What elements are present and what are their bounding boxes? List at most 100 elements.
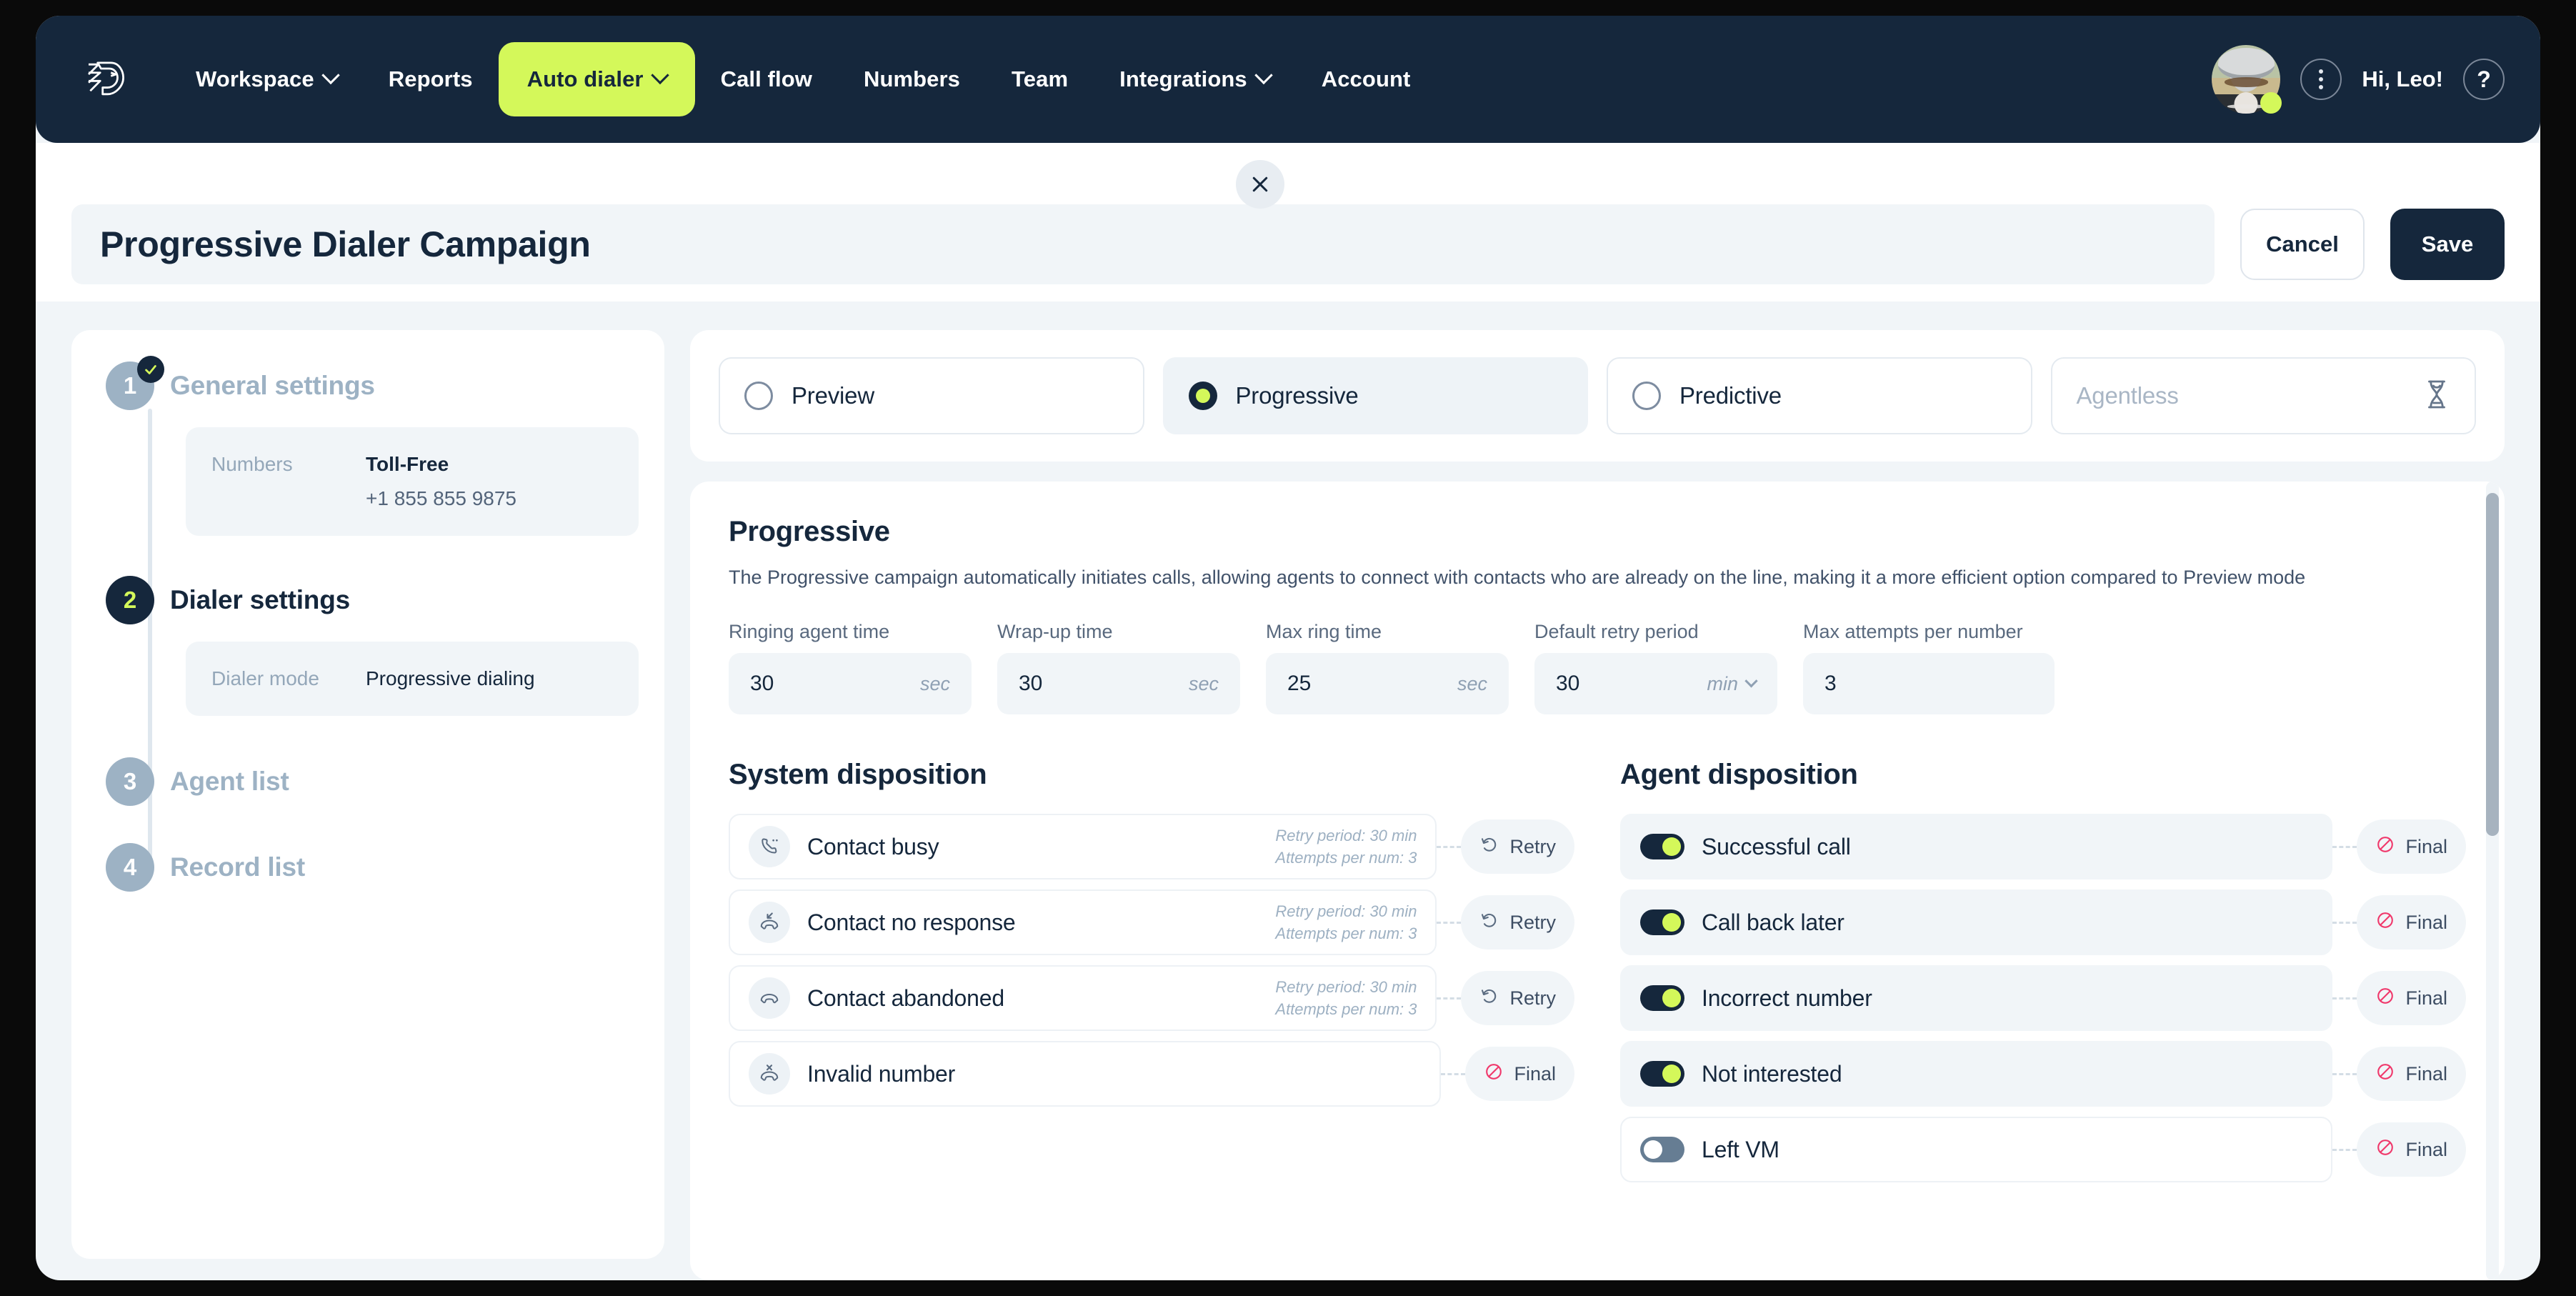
- nav-item-call-flow[interactable]: Call flow: [695, 48, 838, 111]
- step-summary-card: Dialer mode Progressive dialing: [186, 642, 639, 716]
- nav-item-auto-dialer[interactable]: Auto dialer: [498, 42, 695, 116]
- final-icon: [2375, 910, 2395, 935]
- dialer-mode-selector: Preview Progressive Predictive Agentless: [690, 330, 2505, 462]
- step-agent-list[interactable]: 3 Agent list: [106, 757, 664, 806]
- panel-title: Progressive: [729, 516, 890, 547]
- nav-item-workspace[interactable]: Workspace: [170, 48, 363, 111]
- step-summary-value-plain: Progressive dialing: [366, 667, 535, 689]
- lion-head-logo[interactable]: [70, 45, 139, 114]
- field-input[interactable]: 25 sec: [1266, 653, 1509, 714]
- table-row: Contact busy Retry period: 30 min Attemp…: [729, 814, 1574, 879]
- status-badge-retry[interactable]: Retry: [1461, 895, 1574, 949]
- attempts-text: Attempts per num: 3: [1275, 1000, 1417, 1018]
- field-unit-dropdown[interactable]: min: [1707, 673, 1758, 695]
- title-row: Progressive Dialer Campaign Cancel Save: [36, 187, 2540, 301]
- nav-links: Workspace Reports Auto dialer Call flow …: [170, 42, 1436, 116]
- badge-label: Retry: [1509, 835, 1556, 857]
- disposition-label: Invalid number: [807, 1060, 956, 1087]
- disposition-meta: Retry period: 30 min Attempts per num: 3: [1275, 900, 1417, 944]
- disposition-label: Contact no response: [807, 909, 1016, 935]
- more-vertical-icon[interactable]: [2300, 59, 2342, 100]
- status-badge-retry[interactable]: Retry: [1461, 819, 1574, 874]
- status-badge-final[interactable]: Final: [1465, 1047, 1574, 1101]
- retry-icon: [1479, 834, 1499, 859]
- scrollbar-thumb[interactable]: [2486, 493, 2499, 836]
- nav-item-label: Integrations: [1119, 66, 1247, 91]
- field-input[interactable]: 3: [1803, 653, 2055, 714]
- disposition-card[interactable]: Contact busy Retry period: 30 min Attemp…: [729, 814, 1437, 879]
- toggle-switch[interactable]: [1640, 909, 1684, 935]
- field-value: 30: [750, 672, 774, 695]
- disposition-card[interactable]: Contact no response Retry period: 30 min…: [729, 889, 1437, 955]
- toggle-switch[interactable]: [1640, 985, 1684, 1011]
- table-row: Left VM Final: [1620, 1117, 2466, 1182]
- badge-label: Final: [2405, 835, 2447, 857]
- connector-line: [2332, 845, 2357, 848]
- connector-line: [2332, 997, 2357, 1000]
- retry-period-text: Retry period: 30 min: [1275, 827, 1417, 844]
- nav-item-numbers[interactable]: Numbers: [838, 48, 986, 111]
- nav-item-team[interactable]: Team: [986, 48, 1094, 111]
- status-badge-final[interactable]: Final: [2357, 1047, 2466, 1101]
- field-input[interactable]: 30 sec: [729, 653, 972, 714]
- mode-option-progressive[interactable]: Progressive: [1162, 357, 1588, 434]
- field-input[interactable]: 30 min: [1534, 653, 1777, 714]
- field-label: Default retry period: [1534, 621, 1699, 642]
- steps-sidebar: 1 General settings Numbers Toll-Free +1 …: [71, 330, 664, 1259]
- disposition-card[interactable]: Incorrect number: [1620, 965, 2333, 1031]
- nav-item-account[interactable]: Account: [1296, 48, 1437, 111]
- status-badge-retry[interactable]: Retry: [1461, 971, 1574, 1025]
- field-unit-label: sec: [1188, 672, 1219, 694]
- status-badge-final[interactable]: Final: [2357, 819, 2466, 874]
- help-icon[interactable]: ?: [2463, 59, 2505, 100]
- disposition-card[interactable]: Contact abandoned Retry period: 30 min A…: [729, 965, 1437, 1031]
- step-badge: 3: [106, 757, 154, 806]
- status-badge-final[interactable]: Final: [2357, 971, 2466, 1025]
- mode-option-label: Preview: [792, 382, 874, 409]
- badge-label: Final: [2405, 987, 2447, 1009]
- campaign-name-input[interactable]: Progressive Dialer Campaign: [71, 204, 2215, 284]
- field-input[interactable]: 30 sec: [997, 653, 1240, 714]
- status-badge-final[interactable]: Final: [2357, 895, 2466, 949]
- table-row: Successful call Final: [1620, 814, 2466, 879]
- disposition-label: Successful call: [1702, 833, 1851, 859]
- toggle-switch[interactable]: [1640, 1061, 1684, 1087]
- field-label: Wrap-up time: [997, 621, 1113, 642]
- mode-option-predictive[interactable]: Predictive: [1607, 357, 2032, 434]
- nav-item-reports[interactable]: Reports: [363, 48, 499, 111]
- field-label: Ringing agent time: [729, 621, 890, 642]
- toggle-switch[interactable]: [1640, 834, 1684, 859]
- mode-option-preview[interactable]: Preview: [719, 357, 1144, 434]
- status-badge-final[interactable]: Final: [2357, 1122, 2466, 1177]
- nav-item-integrations[interactable]: Integrations: [1094, 48, 1296, 111]
- field-default-retry-period: Default retry period 30 min: [1534, 621, 1777, 714]
- badge-label: Retry: [1509, 911, 1556, 933]
- step-badge: 4: [106, 843, 154, 892]
- close-icon[interactable]: [1236, 160, 1284, 209]
- disposition-label: Left VM: [1702, 1136, 1779, 1162]
- cancel-button[interactable]: Cancel: [2240, 209, 2365, 280]
- disposition-label: Contact abandoned: [807, 985, 1004, 1011]
- toggle-switch[interactable]: [1640, 1137, 1684, 1162]
- field-label: Max ring time: [1266, 621, 1382, 642]
- step-record-list[interactable]: 4 Record list: [106, 843, 664, 892]
- chevron-down-icon: [321, 66, 340, 85]
- disposition-card[interactable]: Not interested: [1620, 1041, 2333, 1107]
- table-row: Incorrect number Final: [1620, 965, 2466, 1031]
- step-dialer-settings[interactable]: 2 Dialer settings Dialer mode Progressiv…: [106, 576, 664, 716]
- progressive-settings-panel: Progressive The Progressive campaign aut…: [690, 482, 2505, 1280]
- mode-option-label: Predictive: [1679, 382, 1782, 409]
- disposition-card[interactable]: Left VM: [1620, 1117, 2333, 1182]
- agent-disposition-column: Agent disposition Successful call Final …: [1620, 759, 2466, 1192]
- final-icon: [2375, 986, 2395, 1011]
- chevron-down-icon: [1744, 674, 1758, 687]
- step-general-settings[interactable]: 1 General settings Numbers Toll-Free +1 …: [106, 356, 664, 536]
- field-wrap-up-time: Wrap-up time 30 sec: [997, 621, 1240, 714]
- main-content: Preview Progressive Predictive Agentless: [690, 330, 2505, 1280]
- save-button[interactable]: Save: [2390, 209, 2505, 280]
- disposition-card[interactable]: Invalid number: [729, 1041, 1442, 1107]
- disposition-card[interactable]: Call back later: [1620, 889, 2333, 955]
- disposition-card[interactable]: Successful call: [1620, 814, 2333, 879]
- avatar[interactable]: [2212, 45, 2282, 114]
- check-icon: [137, 356, 164, 383]
